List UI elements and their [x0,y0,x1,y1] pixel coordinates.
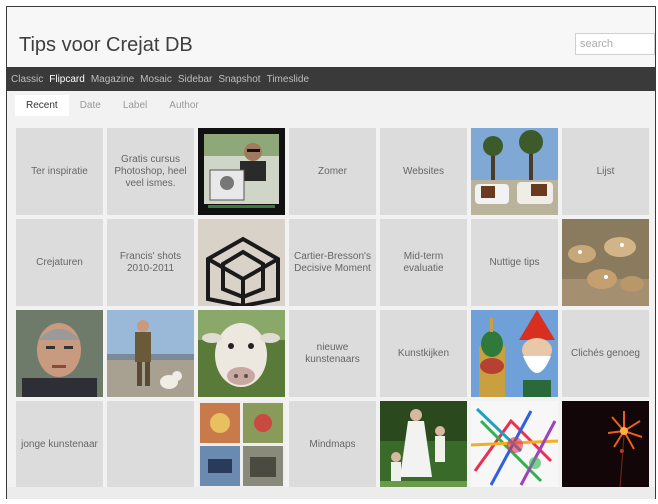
tile-post[interactable]: Francis' shots 2010-2011 [107,219,194,306]
photo-cows-under-trees [471,128,558,215]
tile-post[interactable]: Zomer [289,128,376,215]
tab-author[interactable]: Author [158,95,209,116]
photo-gnome-and-domes [471,310,558,397]
tile-post[interactable]: Cartier-Bresson's Decisive Moment [289,219,376,306]
browser-frame: Tips voor Crejat DB Classic Flipcard Magaz… [6,6,656,499]
tab-date[interactable]: Date [69,95,112,116]
tile-post[interactable]: Nuttige tips [471,219,558,306]
tile-photo-cows-under-trees[interactable] [471,128,558,215]
tile-label: Clichés genoeg [571,347,640,359]
footer-strip [7,487,655,499]
tile-photo-colorful-abstract[interactable] [471,401,558,488]
photo-colorful-abstract [471,401,558,488]
tile-label: Cartier-Bresson's Decisive Moment [294,250,371,274]
photo-woman-with-children [380,401,467,488]
view-classic-link[interactable]: Classic [11,74,43,85]
photo-deer-herd [562,219,649,306]
tile-post[interactable] [107,401,194,488]
photo-man-on-beach-with-dog [107,310,194,397]
view-flipcard-link[interactable]: Flipcard [49,74,85,85]
tile-label: Mindmaps [309,438,356,450]
tile-post[interactable]: Kunstkijken [380,310,467,397]
view-mosaic-link[interactable]: Mosaic [140,74,172,85]
flipcard-grid: Ter inspiratie Gratis cursus Photoshop, h… [7,119,655,499]
tile-label: Kunstkijken [397,347,450,359]
blog-title[interactable]: Tips voor Crejat DB [19,34,193,57]
tile-label: Gratis cursus Photoshop, heel veel ismes… [114,153,187,189]
photo-fireworks-night [562,401,649,488]
tile-post[interactable]: Ter inspiratie [16,128,103,215]
photo-white-cow-closeup [198,310,285,397]
tile-label: jonge kunstenaar [21,438,98,450]
tile-label: nieuwe kunstenaars [305,341,360,365]
tile-photo-woman-with-children[interactable] [380,401,467,488]
view-snapshot-link[interactable]: Snapshot [218,74,260,85]
tile-post[interactable]: nieuwe kunstenaars [289,310,376,397]
tile-photo-collage-grid[interactable] [198,401,285,488]
tile-label: Nuttige tips [489,256,540,268]
tile-photo-man-holding-portrait[interactable] [198,128,285,215]
tile-label: Lijst [596,165,615,177]
tile-label: Mid-term evaluatie [403,250,444,274]
view-timeslide-link[interactable]: Timeslide [267,74,309,85]
tile-post[interactable]: Lijst [562,128,649,215]
tile-post[interactable]: jonge kunstenaar [16,401,103,488]
tile-label: Crejaturen [36,256,83,268]
tile-photo-fireworks-night[interactable] [562,401,649,488]
tile-post[interactable]: Mindmaps [289,401,376,488]
tab-label[interactable]: Label [112,95,158,116]
tile-label: Ter inspiratie [31,165,88,177]
tile-post[interactable]: Gratis cursus Photoshop, heel veel ismes… [107,128,194,215]
tile-post[interactable]: Clichés genoeg [562,310,649,397]
photo-wire-cube-sculpture [198,219,285,306]
photo-man-holding-portrait [198,128,285,215]
tile-photo-white-cow-closeup[interactable] [198,310,285,397]
tile-post[interactable]: Mid-term evaluatie [380,219,467,306]
view-sidebar-link[interactable]: Sidebar [178,74,212,85]
search-input[interactable] [575,33,655,55]
photo-collage-grid [198,401,285,488]
tile-photo-old-man-portrait[interactable] [16,310,103,397]
tile-label: Zomer [318,165,347,177]
tile-photo-deer-herd[interactable] [562,219,649,306]
tile-label: Francis' shots 2010-2011 [119,250,182,274]
sort-tabs: Recent Date Label Author [7,91,655,119]
tile-label: Websites [403,165,444,177]
tile-photo-gnome-and-domes[interactable] [471,310,558,397]
tile-photo-man-on-beach-with-dog[interactable] [107,310,194,397]
tile-post[interactable]: Websites [380,128,467,215]
tile-post[interactable]: Crejaturen [16,219,103,306]
tile-photo-wire-cube-sculpture[interactable] [198,219,285,306]
site-header: Tips voor Crejat DB [7,7,655,67]
view-switcher-bar: Classic Flipcard Magazine Mosaic Sidebar Snap… [7,67,655,91]
view-magazine-link[interactable]: Magazine [91,74,134,85]
photo-old-man-portrait [16,310,103,397]
tab-recent[interactable]: Recent [15,94,69,116]
